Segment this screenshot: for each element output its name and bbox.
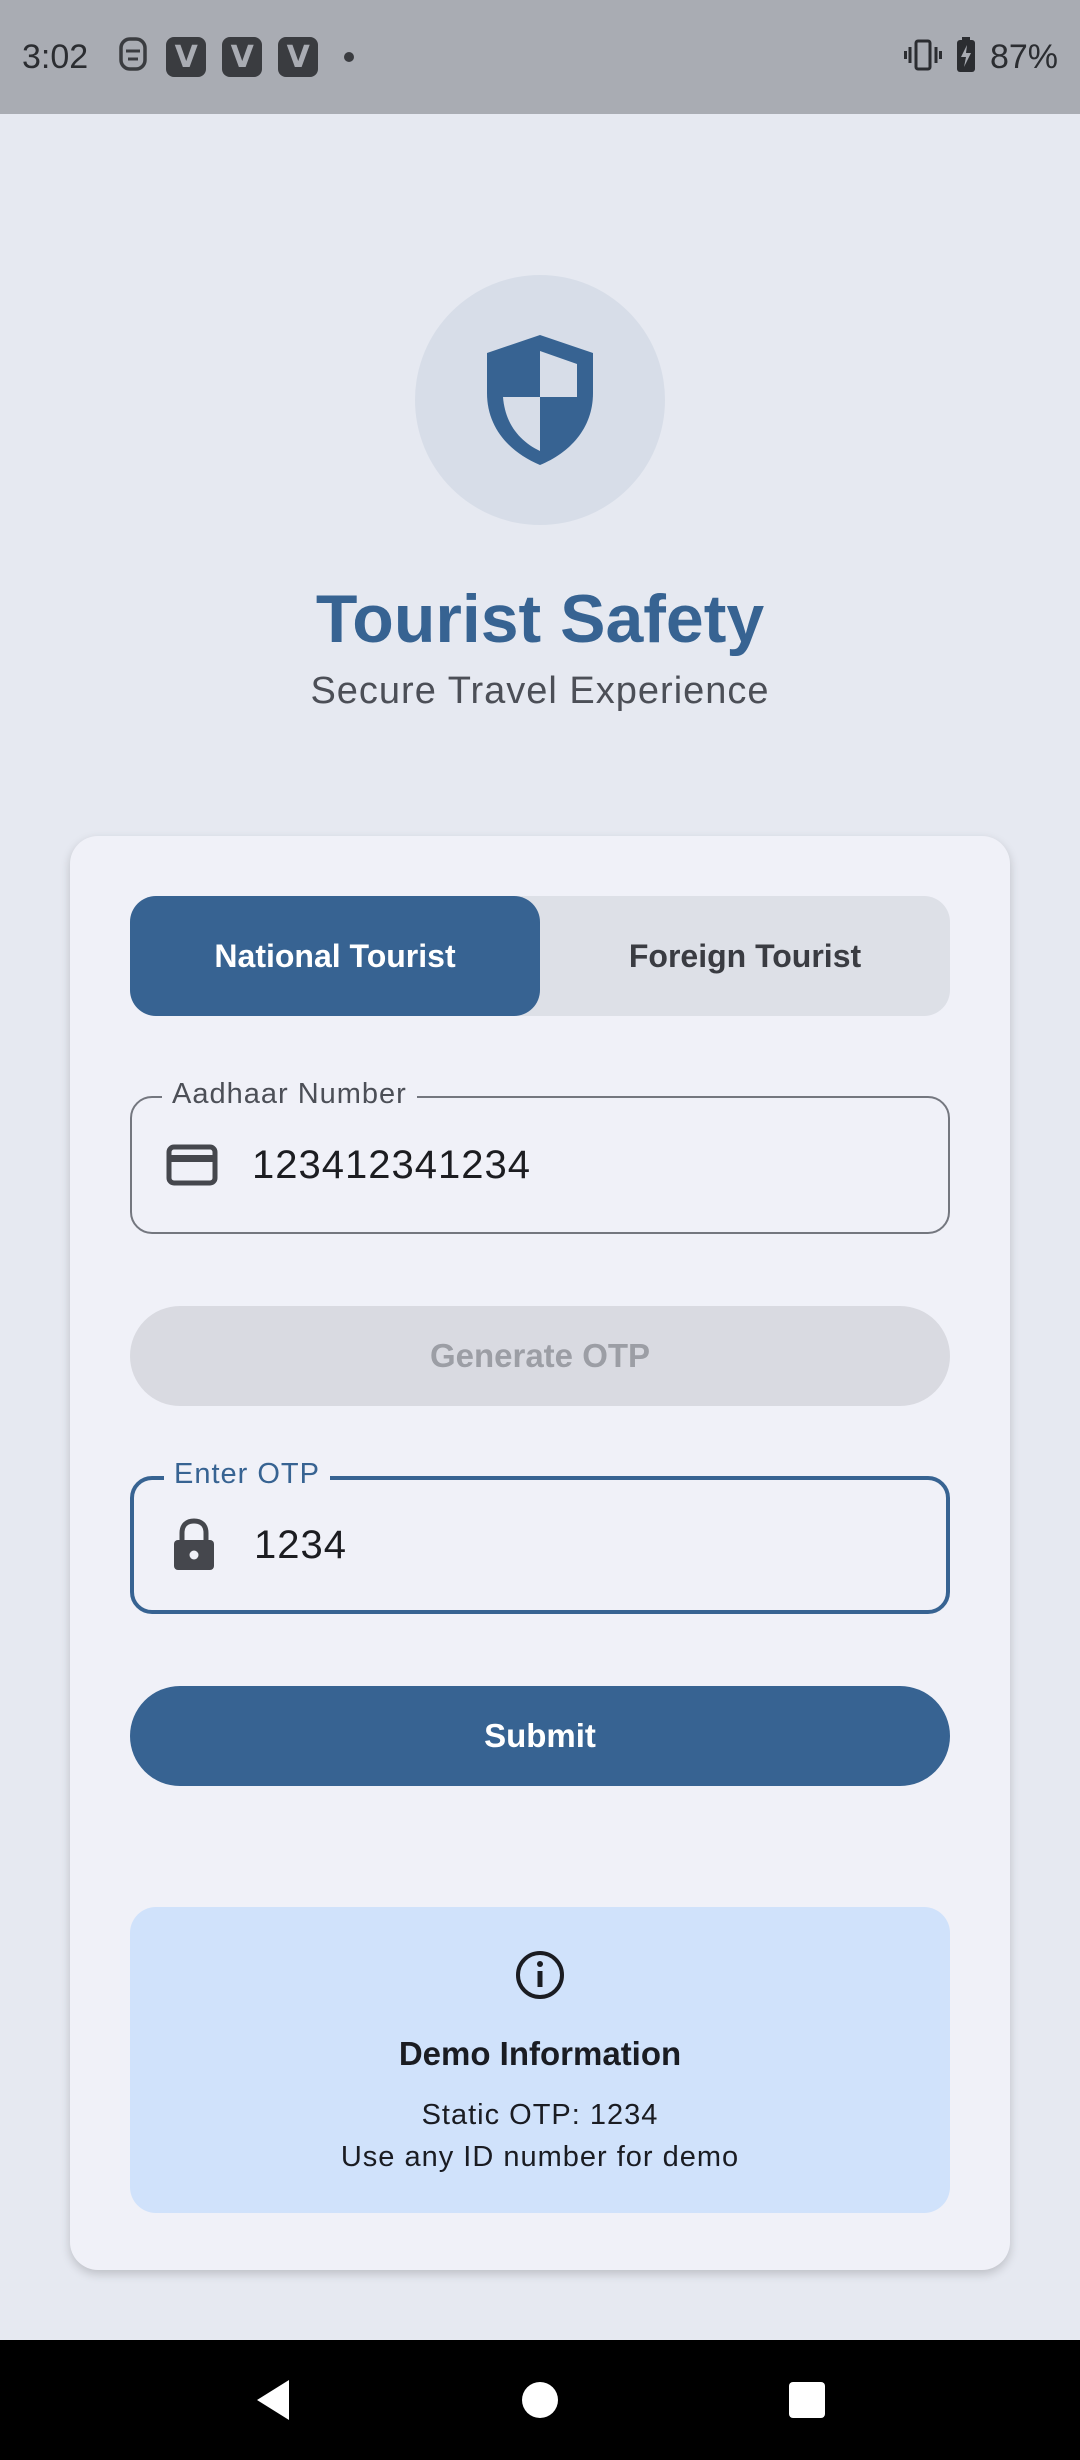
face-notification-icon <box>116 35 150 80</box>
info-icon <box>514 1949 566 2006</box>
tourist-type-toggle: National Tourist Foreign Tourist <box>130 896 950 1016</box>
status-time: 3:02 <box>22 37 89 76</box>
status-right: 87% <box>903 36 1058 78</box>
battery-percentage: 87% <box>989 37 1058 76</box>
battery-charging-icon <box>956 36 976 78</box>
otp-value: 1234 <box>254 1522 347 1567</box>
vibrate-icon <box>903 37 942 78</box>
shield-icon <box>487 335 593 465</box>
aadhaar-number-value: 123412341234 <box>252 1142 531 1187</box>
foreign-tourist-tab[interactable]: Foreign Tourist <box>540 896 950 1016</box>
login-card: National Tourist Foreign Tourist Aadhaar… <box>70 836 1010 2270</box>
more-notifications-dot <box>344 52 355 62</box>
navigation-bar <box>0 2340 1080 2460</box>
generate-otp-button[interactable]: Generate OTP <box>130 1306 950 1406</box>
lock-icon <box>164 1518 224 1572</box>
info-title: Demo Information <box>398 2035 682 2072</box>
submit-button[interactable]: Submit <box>130 1686 950 1786</box>
info-static-otp: Static OTP: 1234 <box>421 2099 659 2131</box>
demo-info-box: Demo Information Static OTP: 1234 Use an… <box>130 1907 950 2213</box>
login-screen: 3:02 V V V 87% Tourist Safety Secure Tra… <box>0 0 1080 2460</box>
otp-label: Enter OTP <box>164 1458 330 1491</box>
aadhaar-number-field[interactable]: Aadhaar Number 123412341234 <box>130 1078 950 1234</box>
status-bar: 3:02 V V V 87% <box>0 0 1080 114</box>
app-title: Tourist Safety <box>315 581 765 657</box>
recents-icon[interactable] <box>767 2360 847 2440</box>
app-notification-icon: V <box>278 37 319 77</box>
app-logo <box>415 275 665 525</box>
notification-icons: V V V <box>116 35 355 80</box>
national-tourist-tab[interactable]: National Tourist <box>130 896 540 1016</box>
otp-field[interactable]: Enter OTP 1234 <box>130 1458 950 1614</box>
credit-card-icon <box>162 1144 222 1186</box>
app-notification-icon: V <box>166 37 207 77</box>
aadhaar-number-label: Aadhaar Number <box>162 1078 417 1111</box>
app-notification-icon: V <box>222 37 263 77</box>
app-subtitle: Secure Travel Experience <box>310 670 770 712</box>
info-demo-note: Use any ID number for demo <box>340 2141 740 2173</box>
back-icon[interactable] <box>233 2360 313 2440</box>
home-icon[interactable] <box>500 2360 580 2440</box>
